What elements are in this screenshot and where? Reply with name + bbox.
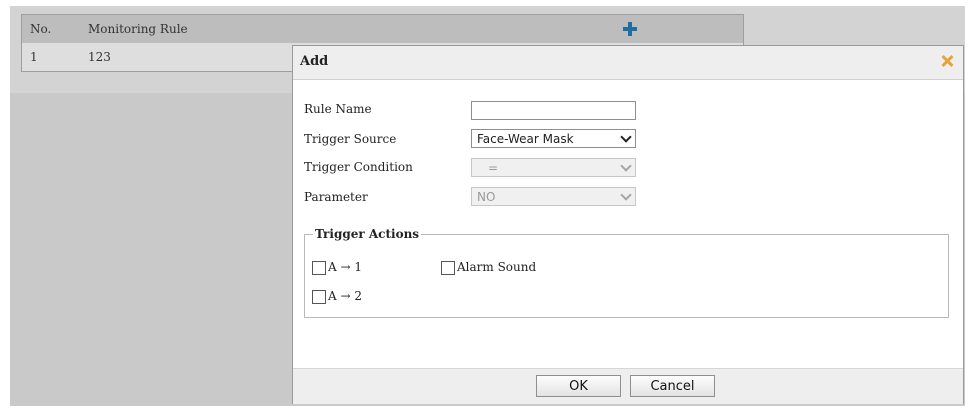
add-rule-button[interactable]	[623, 15, 744, 44]
dialog-title: Add	[300, 54, 329, 69]
rule-name-label: Rule Name	[304, 102, 372, 116]
column-header-monitoring-rule: Monitoring Rule	[88, 22, 188, 36]
trigger-source-label: Trigger Source	[304, 132, 397, 146]
trigger-actions-legend: Trigger Actions	[313, 227, 422, 241]
trigger-condition-label: Trigger Condition	[304, 160, 413, 174]
dialog-footer: OK Cancel	[293, 368, 963, 404]
chevron-down-icon	[620, 189, 632, 201]
action-a-1-label: A → 1	[328, 260, 362, 274]
alarm-sound-checkbox[interactable]	[441, 261, 455, 275]
column-header-no: No.	[30, 22, 52, 36]
table-header-row: No. Monitoring Rule	[21, 14, 744, 44]
plus-icon[interactable]	[623, 22, 637, 36]
row-no: 1	[30, 50, 38, 64]
parameter-select[interactable]: NO	[471, 187, 636, 206]
action-a-1-checkbox[interactable]	[312, 261, 326, 275]
cancel-button[interactable]: Cancel	[630, 375, 715, 397]
close-icon[interactable]	[940, 54, 954, 68]
ok-button[interactable]: OK	[536, 375, 621, 397]
rule-name-input[interactable]	[471, 101, 636, 120]
trigger-actions-group: Trigger Actions A → 1 Alarm Sound A → 2	[304, 227, 949, 318]
alarm-sound-label: Alarm Sound	[457, 260, 537, 274]
trigger-condition-select[interactable]: =	[471, 158, 636, 177]
action-a-2-checkbox[interactable]	[312, 290, 326, 304]
chevron-down-icon	[620, 131, 632, 143]
dialog-header: Add	[293, 46, 963, 80]
parameter-value: NO	[477, 190, 496, 204]
trigger-source-select[interactable]: Face-Wear Mask	[471, 129, 636, 148]
trigger-condition-value: =	[488, 161, 499, 175]
add-rule-dialog: Add Rule Name Trigger Source Face-Wear M…	[292, 45, 964, 404]
trigger-source-value: Face-Wear Mask	[477, 132, 574, 146]
parameter-label: Parameter	[304, 190, 368, 204]
chevron-down-icon	[620, 160, 632, 172]
action-a-2-label: A → 2	[328, 289, 362, 303]
